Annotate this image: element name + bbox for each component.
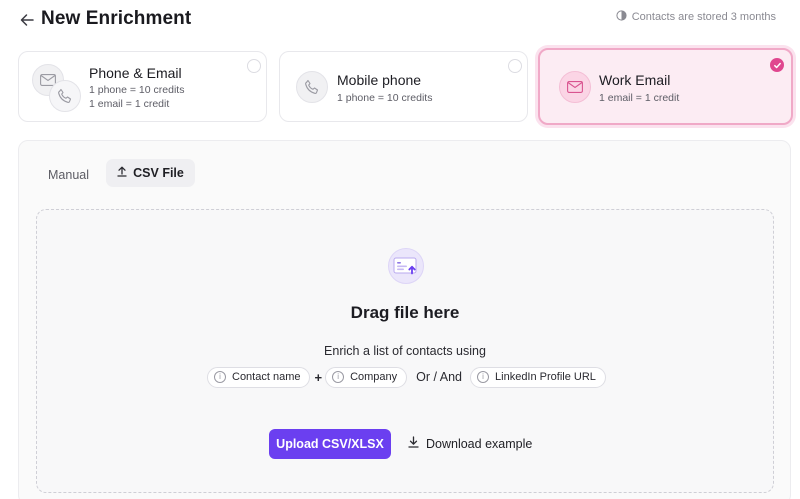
check-icon[interactable] xyxy=(770,58,784,72)
option-title: Mobile phone xyxy=(337,72,422,88)
info-icon[interactable]: i xyxy=(332,371,345,383)
download-example-link[interactable]: Download example xyxy=(408,436,532,451)
upload-csv-button[interactable]: Upload CSV/XLSX xyxy=(269,429,391,459)
chip-contact-name: i Contact name xyxy=(207,366,311,388)
drag-title: Drag file here xyxy=(350,303,460,322)
file-dropzone[interactable]: Drag file here Enrich a list of contacts… xyxy=(36,209,774,493)
option-work-email[interactable]: Work Email 1 email = 1 credit xyxy=(538,48,793,125)
option-radio[interactable] xyxy=(247,59,261,73)
option-title: Work Email xyxy=(599,72,671,88)
option-title: Phone & Email xyxy=(89,65,182,81)
phone-icon xyxy=(296,71,328,103)
option-mobile-phone[interactable]: Mobile phone 1 phone = 10 credits xyxy=(279,51,528,122)
option-pricing-email: 1 email = 1 credit xyxy=(599,92,680,104)
option-pricing-phone: 1 phone = 10 credits xyxy=(89,84,185,96)
download-label: Download example xyxy=(426,436,533,451)
page-title: New Enrichment xyxy=(41,8,192,29)
back-arrow-icon[interactable] xyxy=(18,11,36,29)
clock-icon xyxy=(616,10,627,24)
required-fields: i Contact name + i Company Or / And i Li… xyxy=(207,366,606,388)
chip-label: LinkedIn Profile URL xyxy=(495,371,596,383)
enrichment-panel: Manual CSV File Drag file here Enrich a … xyxy=(18,140,791,499)
upload-icon xyxy=(117,166,127,180)
tab-manual[interactable]: Manual xyxy=(48,168,89,182)
chip-label: Company xyxy=(350,371,398,383)
option-pricing-phone: 1 phone = 10 credits xyxy=(337,92,433,104)
chip-linkedin-url: i LinkedIn Profile URL xyxy=(470,366,606,388)
option-phone-email[interactable]: Phone & Email 1 phone = 10 credits 1 ema… xyxy=(18,51,267,122)
option-radio[interactable] xyxy=(508,59,522,73)
info-icon[interactable]: i xyxy=(214,371,226,383)
plus-separator: + xyxy=(314,369,323,385)
file-upload-icon xyxy=(388,248,424,284)
tab-csv-file[interactable]: CSV File xyxy=(106,159,195,187)
option-pricing-email: 1 email = 1 credit xyxy=(89,98,170,110)
chip-label: Contact name xyxy=(232,371,301,383)
phone-icon xyxy=(49,80,81,112)
download-icon xyxy=(408,436,419,451)
or-and-separator: Or / And xyxy=(416,370,463,384)
enrich-instruction: Enrich a list of contacts using xyxy=(324,344,486,358)
storage-note: Contacts are stored 3 months xyxy=(616,10,776,24)
chip-company: i Company xyxy=(325,366,408,388)
mail-icon xyxy=(559,71,591,103)
info-icon[interactable]: i xyxy=(477,371,490,383)
storage-note-text: Contacts are stored 3 months xyxy=(631,11,776,23)
tab-csv-label: CSV File xyxy=(133,166,184,180)
